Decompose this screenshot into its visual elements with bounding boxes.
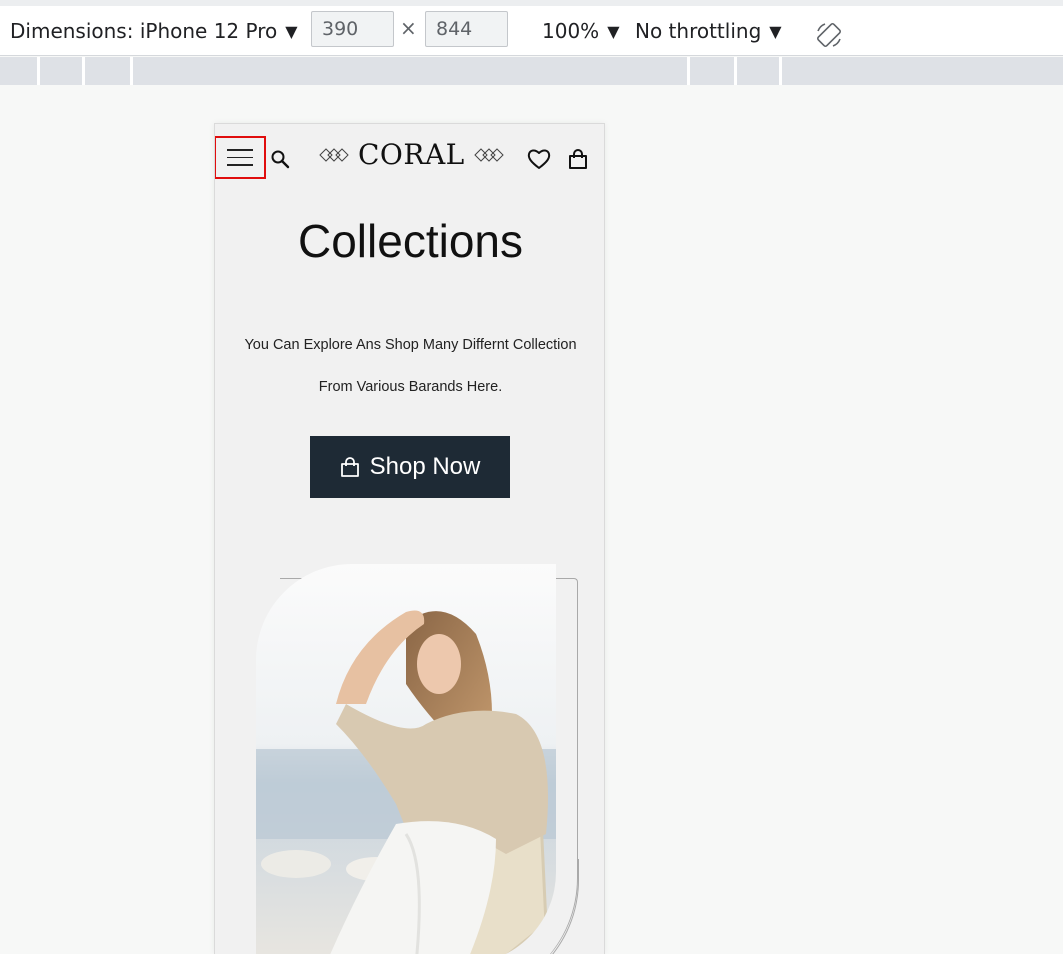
device-viewport: CORAL Collections You Can Explore Ans Sh… bbox=[214, 123, 605, 954]
bag-icon bbox=[340, 457, 359, 477]
chevron-down-icon: ▼ bbox=[769, 21, 782, 41]
media-query-marker[interactable] bbox=[37, 57, 40, 85]
device-dimensions-dropdown[interactable]: Dimensions: iPhone 12 Pro ▼ bbox=[10, 12, 298, 50]
logo-text: CORAL bbox=[358, 138, 465, 171]
site-logo[interactable]: CORAL bbox=[318, 138, 505, 171]
zoom-dropdown[interactable]: 100% ▼ bbox=[542, 12, 620, 50]
throttling-dropdown[interactable]: No throttling ▼ bbox=[635, 12, 782, 50]
subtitle-line: You Can Explore Ans Shop Many Differnt C… bbox=[244, 337, 577, 353]
shop-now-label: Shop Now bbox=[369, 453, 481, 480]
devtools-toolbar: Dimensions: iPhone 12 Pro ▼ 390 × 844 10… bbox=[0, 0, 1063, 56]
diamond-icon bbox=[319, 147, 349, 162]
media-query-marker[interactable] bbox=[779, 57, 782, 85]
heart-icon[interactable] bbox=[527, 148, 551, 170]
menu-icon-line bbox=[227, 149, 253, 151]
zoom-label: 100% bbox=[542, 19, 600, 43]
model-photo bbox=[256, 564, 556, 954]
diamond-icon bbox=[474, 147, 504, 162]
viewport-height-input[interactable]: 844 bbox=[425, 11, 508, 47]
media-query-marker[interactable] bbox=[687, 57, 690, 85]
page-title: Collections bbox=[298, 215, 523, 267]
media-query-marker[interactable] bbox=[734, 57, 737, 85]
hero-subtitle: You Can Explore Ans Shop Many Differnt C… bbox=[215, 324, 604, 408]
bag-icon[interactable] bbox=[567, 148, 589, 170]
subtitle-line: From Various Barands Here. bbox=[318, 379, 503, 395]
chevron-down-icon: ▼ bbox=[607, 21, 620, 41]
menu-icon-line bbox=[227, 156, 253, 159]
media-query-marker[interactable] bbox=[130, 57, 133, 85]
chevron-down-icon: ▼ bbox=[285, 21, 298, 41]
media-query-marker[interactable] bbox=[82, 57, 85, 85]
device-dimensions-label: Dimensions: iPhone 12 Pro bbox=[10, 19, 278, 43]
times-separator: × bbox=[400, 16, 417, 40]
media-query-bar bbox=[0, 57, 1063, 85]
search-icon[interactable] bbox=[270, 149, 290, 169]
menu-icon-line bbox=[227, 164, 253, 166]
rotate-icon[interactable] bbox=[815, 21, 843, 49]
menu-button[interactable] bbox=[215, 136, 266, 179]
shop-now-button[interactable]: Shop Now bbox=[310, 436, 510, 498]
viewport-width-input[interactable]: 390 bbox=[311, 11, 394, 47]
throttling-label: No throttling bbox=[635, 19, 762, 43]
